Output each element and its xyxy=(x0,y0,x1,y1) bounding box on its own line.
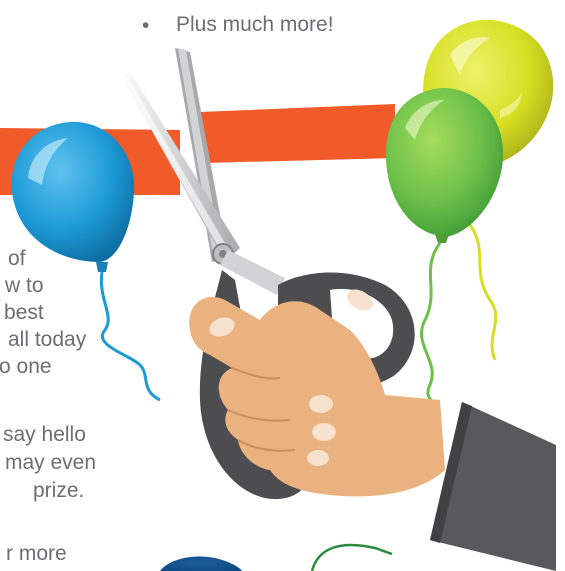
blue-balloon-bottom-icon xyxy=(160,556,242,571)
paragraph1-line-5: o one xyxy=(0,355,52,378)
paragraph1-line-3: best xyxy=(4,301,44,324)
bullet-dot: • xyxy=(142,14,150,37)
paragraph2-line-2: may even xyxy=(5,451,97,474)
paragraph1-line-4: all today xyxy=(8,328,87,351)
paragraph1-line-2: w to xyxy=(5,274,44,297)
ribbon-cutting-illustration xyxy=(0,19,556,571)
paragraph1-line-1: of xyxy=(8,247,26,270)
bullet-item-plus-much-more: Plus much more! xyxy=(176,13,334,36)
paragraph2-line-3: prize. xyxy=(33,479,85,502)
ribbon-curl-icon xyxy=(310,543,393,571)
paragraph3-line-1: r more xyxy=(6,542,67,565)
paragraph2-line-1: say hello xyxy=(3,423,86,446)
sleeve-icon xyxy=(430,402,556,571)
